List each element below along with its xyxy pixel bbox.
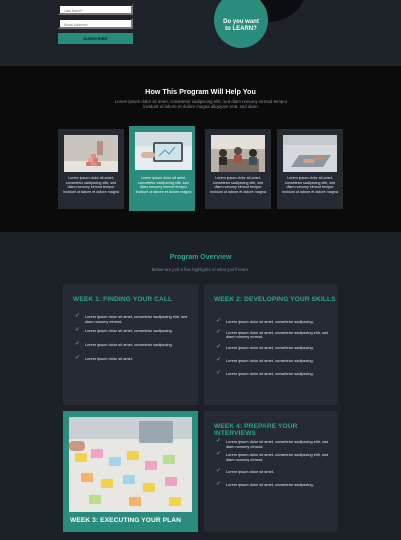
card-text: Lorem ipsum dolor sit amet, consetetur s… <box>63 176 119 194</box>
list-item: ✓ Lorem ipsum dolor sit amet, consetetur … <box>75 341 173 348</box>
check-icon: ✓ <box>216 480 222 487</box>
week-4-card: WEEK 4: PREPARE YOUR INTERVIEWS ✓ Lorem i… <box>204 411 338 532</box>
check-icon: ✓ <box>216 328 222 335</box>
card-text: Lorem ipsum dolor sit amet, consetetur s… <box>210 176 266 194</box>
week-3-title: WEEK 3: EXECUTING YOUR PLAN <box>70 517 182 524</box>
benefit-card[interactable]: Lorem ipsum dolor sit amet, consetetur s… <box>277 129 343 209</box>
photo-meeting-image <box>211 135 265 172</box>
check-icon: ✓ <box>75 354 81 361</box>
check-icon: ✓ <box>216 318 222 324</box>
list-item: ✓ Lorem ipsum dolor sit amet, consetetur … <box>216 356 314 363</box>
check-icon: ✓ <box>216 344 222 351</box>
learn-cta-circle[interactable]: Do you want to LEARN? <box>214 0 268 48</box>
check-icon: ✓ <box>216 451 222 458</box>
list-item: ✓ Lorem ipsum dolor sit amet, consetetur … <box>216 344 314 351</box>
list-item: ✓ Lorem ipsum dolor sit amet, consetetur … <box>216 438 329 449</box>
signup-section: SUBSCRIBE Do you want to LEARN? <box>0 0 401 66</box>
list-item: ✓ Lorem ipsum dolor sit amet, consetetur … <box>216 369 314 376</box>
check-icon: ✓ <box>216 356 222 363</box>
card-text: Lorem ipsum dolor sit amet, consetetur s… <box>282 176 338 194</box>
check-icon: ✓ <box>216 467 222 474</box>
list-item: ✓ Lorem ipsum dolor sit amet, consetetur … <box>216 328 329 340</box>
list-item: ✓ Lorem ipsum dolor sit amet, consetetur … <box>216 318 314 324</box>
week-3-card: WEEK 3: EXECUTING YOUR PLAN <box>63 411 198 532</box>
check-icon: ✓ <box>216 438 222 444</box>
list-item: ✓ Lorem ipsum dolor sit amet, consetetur … <box>75 327 173 334</box>
week-4-title: WEEK 4: PREPARE YOUR INTERVIEWS <box>214 423 298 437</box>
list-item: ✓ Lorem ipsum dolor sit amet, consetetur … <box>75 313 188 324</box>
week-1-card: WEEK 1: FINDING YOUR CALL ✓ Lorem ipsum d… <box>63 284 198 405</box>
list-item: ✓ Lorem ipsum dolor sit amet. <box>216 467 275 474</box>
week-2-card: WEEK 2: DEVELOPING YOUR SKILLS ✓ Lorem ip… <box>204 284 338 405</box>
program-subtitle: Below are just a few highlights of what … <box>151 267 250 272</box>
week-1-title: WEEK 1: FINDING YOUR CALL <box>73 296 173 303</box>
check-icon: ✓ <box>75 341 81 348</box>
week-4-list: ✓ Lorem ipsum dolor sit amet, consetetur … <box>216 438 332 487</box>
week-1-list: ✓ Lorem ipsum dolor sit amet, consetetur … <box>75 313 193 362</box>
email-field[interactable] <box>58 18 133 29</box>
photo-planning-image <box>69 417 192 512</box>
help-title: How This Program Will Help You <box>145 87 256 96</box>
benefit-card[interactable]: Lorem ipsum dolor sit amet, consetetur s… <box>58 129 124 209</box>
week-2-title: WEEK 2: DEVELOPING YOUR SKILLS <box>214 296 336 303</box>
photo-laptop-image <box>283 135 337 172</box>
list-item: ✓ Lorem ipsum dolor sit amet, consetetur … <box>216 451 329 463</box>
check-icon: ✓ <box>216 369 222 376</box>
help-subtitle: Lorem ipsum dolor sit amet, consetetur s… <box>114 99 288 110</box>
benefit-card-active[interactable]: Lorem ipsum dolor sit amet, consetetur s… <box>129 126 195 211</box>
check-icon: ✓ <box>75 313 81 319</box>
check-icon: ✓ <box>75 327 81 334</box>
last-name-field[interactable] <box>58 4 133 15</box>
photo-tablet-image <box>135 132 192 170</box>
week-2-list: ✓ Lorem ipsum dolor sit amet, consetetur … <box>216 318 332 376</box>
card-text: Lorem ipsum dolor sit amet, consetetur s… <box>135 176 192 194</box>
subscribe-button[interactable]: SUBSCRIBE <box>58 33 133 44</box>
benefit-card[interactable]: Lorem ipsum dolor sit amet, consetetur s… <box>205 129 271 209</box>
list-item: ✓ Lorem ipsum dolor sit amet. <box>75 354 134 361</box>
learn-cta-text: Do you want to LEARN? <box>223 19 259 32</box>
photo-blocks-image <box>64 135 118 172</box>
list-item: ✓ Lorem ipsum dolor sit amet, consetetur … <box>216 480 314 487</box>
program-title: Program Overview <box>169 254 232 261</box>
